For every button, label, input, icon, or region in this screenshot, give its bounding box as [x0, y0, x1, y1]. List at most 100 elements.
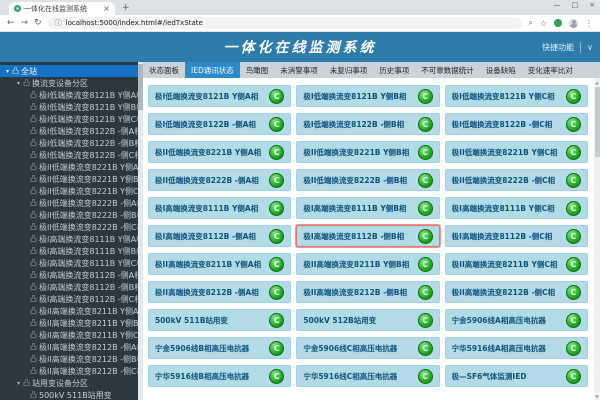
ied-card[interactable]: 极II低端换流变8222B -侧B相C — [296, 169, 439, 191]
quick-functions-button[interactable]: 快捷功能 ∨ — [542, 32, 593, 62]
app-tab[interactable]: 历史事项 — [373, 62, 415, 78]
ied-card[interactable]: 宁华5916线A相高压电抗器C — [445, 337, 588, 359]
ied-card[interactable]: 极II高端换流变8211B Y侧C相C — [445, 253, 588, 275]
forward-icon[interactable]: → — [21, 19, 29, 28]
ied-card[interactable]: 极I低端换流变8121B Y侧C相C — [445, 85, 588, 107]
tree-item[interactable]: 凸极II高端换流变8211B Y侧C相 — [0, 329, 143, 341]
ied-card[interactable]: 极II高端换流变8211B Y侧A相C — [148, 253, 291, 275]
caret-down-icon[interactable]: ▾ — [17, 80, 20, 87]
app-tab[interactable]: 不可靠数据统计 — [415, 62, 480, 78]
tree-item[interactable]: 凸极I高端换流变8111B Y侧C相 — [0, 257, 143, 269]
zoom-icon[interactable]: ⌕ — [528, 18, 532, 28]
tree-item[interactable]: 凸极I低端换流变8122B -侧C相 — [0, 149, 143, 161]
ied-card[interactable]: 500kV 512B站用变C — [296, 309, 439, 331]
profile-avatar-icon[interactable] — [569, 19, 578, 28]
address-bar[interactable]: ⓘ localhost:5000/index.html#/ledTxState — [48, 17, 523, 29]
ied-card[interactable]: 极I高端换流变8112B -侧A相C — [148, 225, 291, 247]
ied-card[interactable]: 极II低端换流变8221B Y侧C相C — [445, 141, 588, 163]
tree-item[interactable]: 凸极II低端换流变8221B Y侧A相 — [0, 161, 143, 173]
app-tab[interactable]: 未复归事项 — [324, 62, 374, 78]
new-tab-button[interactable]: + — [122, 3, 130, 13]
tree-item[interactable]: 凸极I低端换流变8121B Y侧B相 — [0, 101, 143, 113]
app-tab[interactable]: 鸟瞰图 — [240, 62, 275, 78]
tree-item[interactable]: 凸极II高端换流变8212B -侧C相 — [0, 365, 143, 377]
ied-card[interactable]: 极I低端换流变8122B -侧C相C — [445, 113, 588, 135]
status-ok-icon: C — [269, 229, 284, 244]
ied-card[interactable]: 极—SF6气体监测IEDC — [445, 365, 588, 387]
tree-item[interactable]: 凸极I高端换流变8112B -侧A相 — [0, 269, 143, 281]
tree-item[interactable]: 凸极II低端换流变8221B Y侧B相 — [0, 173, 143, 185]
tree-item[interactable]: ▾凸换流变设备分区 — [0, 77, 143, 89]
tree-item[interactable]: ▾凸站用变设备分区 — [0, 377, 143, 389]
app-tab[interactable]: IED通讯状态 — [185, 62, 240, 78]
main-scrollbar[interactable]: ▲ ▼ — [594, 78, 600, 400]
ied-card[interactable]: 极I低端换流变8121B Y侧B相C — [296, 85, 439, 107]
close-button[interactable]: × — [589, 1, 595, 9]
ied-card[interactable]: 宁金5906线C相高压电抗器C — [296, 337, 439, 359]
tab-close-icon[interactable]: × — [103, 4, 110, 13]
maximize-button[interactable]: □ — [572, 1, 579, 9]
extension-icon[interactable] — [554, 19, 562, 27]
tree-item[interactable]: ▾凸全站 — [0, 65, 143, 77]
app-tab[interactable]: 未消警事项 — [274, 62, 324, 78]
chevron-down-icon[interactable]: ∨ — [587, 43, 593, 52]
bookmark-star-icon[interactable]: ☆ — [540, 19, 547, 28]
ied-card[interactable]: 极II低端换流变8221B Y侧B相C — [296, 141, 439, 163]
ied-card[interactable]: 极I高端换流变8111B Y侧C相C — [445, 197, 588, 219]
tree-item[interactable]: 凸500kV 511B站用变 — [0, 389, 143, 400]
app-tab[interactable]: 变化速率比对 — [522, 62, 579, 78]
tree-item[interactable]: 凸极II高端换流变8212B -侧A相 — [0, 341, 143, 353]
status-ok-icon: C — [566, 257, 581, 272]
app-tab[interactable]: 状态面板 — [143, 62, 185, 78]
ied-card[interactable]: 极I高端换流变8111B Y侧A相C — [148, 197, 291, 219]
ied-card[interactable]: 极I高端换流变8112B -侧C相C — [445, 225, 588, 247]
ied-card[interactable]: 500kV 511B站用变C — [148, 309, 291, 331]
ied-card[interactable]: 极II低端换流变8221B Y侧A相C — [148, 141, 291, 163]
main-scrollbar-thumb[interactable] — [595, 87, 600, 157]
tree-item[interactable]: 凸极I高端换流变8112B -侧C相 — [0, 293, 143, 305]
page-info-icon[interactable]: ⓘ — [55, 18, 62, 28]
caret-down-icon[interactable]: ▾ — [17, 380, 20, 387]
tree-item[interactable]: 凸极II低端换流变8222B -侧C相 — [0, 221, 143, 233]
reload-icon[interactable]: ↻ — [34, 19, 42, 28]
tree-item[interactable]: 凸极I高端换流变8111B Y侧A相 — [0, 233, 143, 245]
tree-item[interactable]: 凸极II高端换流变8212B -侧B相 — [0, 353, 143, 365]
tree-item[interactable]: 凸极I低端换流变8121B Y侧A相 — [0, 89, 143, 101]
tree-item[interactable]: 凸极II高端换流变8211B Y侧A相 — [0, 305, 143, 317]
tree-item[interactable]: 凸极I低端换流变8122B -侧A相 — [0, 125, 143, 137]
menu-dots-icon[interactable]: ⋮ — [585, 19, 593, 28]
ied-card[interactable]: 宁金5906线B相高压电抗器C — [148, 337, 291, 359]
tree-item[interactable]: 凸极II高端换流变8211B Y侧B相 — [0, 317, 143, 329]
tree-item[interactable]: 凸极I高端换流变8111B Y侧B相 — [0, 245, 143, 257]
device-icon: 凸 — [30, 390, 37, 400]
tree-item[interactable]: 凸极II低端换流变8221B Y侧C相 — [0, 185, 143, 197]
ied-card[interactable]: 宁华5916线B相高压电抗器C — [148, 365, 291, 387]
browser-tab[interactable]: 一体化在线监测系统 × — [9, 2, 115, 15]
tree-item[interactable]: 凸极I低端换流变8121B Y侧C相 — [0, 113, 143, 125]
ied-card[interactable]: 极I高端换流变8111B Y侧B相C — [296, 197, 439, 219]
ied-card[interactable]: 宁金5906线A相高压电抗器C — [445, 309, 588, 331]
back-icon[interactable]: ← — [7, 19, 15, 28]
app-tab[interactable]: 设备缺陷 — [480, 62, 522, 78]
device-icon: 凸 — [30, 102, 37, 112]
ied-card[interactable]: 极I高端换流变8112B -侧B相C — [296, 225, 439, 247]
ied-card[interactable]: 极II低端换流变8222B -侧A相C — [148, 169, 291, 191]
tree-item[interactable]: 凸极II低端换流变8222B -侧A相 — [0, 197, 143, 209]
ied-card[interactable]: 极II高端换流变8211B Y侧B相C — [296, 253, 439, 275]
tree-item[interactable]: 凸极II低端换流变8222B -侧B相 — [0, 209, 143, 221]
minimize-button[interactable]: — — [554, 1, 561, 9]
scroll-down-icon[interactable]: ▼ — [594, 392, 600, 400]
ied-card[interactable]: 极II高端换流变8212B -侧A相C — [148, 281, 291, 303]
tree-item[interactable]: 凸极I低端换流变8122B -侧B相 — [0, 137, 143, 149]
ied-card-label: 极II高端换流变8211B Y侧A相 — [155, 259, 261, 270]
ied-card[interactable]: 极II高端换流变8212B -侧C相C — [445, 281, 588, 303]
tree-item[interactable]: 凸极I高端换流变8112B -侧B相 — [0, 281, 143, 293]
scroll-up-icon[interactable]: ▲ — [594, 78, 600, 86]
ied-card[interactable]: 极I低端换流变8122B -侧B相C — [296, 113, 439, 135]
ied-card[interactable]: 极I低端换流变8122B -侧A相C — [148, 113, 291, 135]
caret-down-icon[interactable]: ▾ — [6, 68, 9, 75]
ied-card[interactable]: 宁华5916线C相高压电抗器C — [296, 365, 439, 387]
ied-card[interactable]: 极II低端换流变8222B -侧C相C — [445, 169, 588, 191]
ied-card[interactable]: 极II高端换流变8212B -侧B相C — [296, 281, 439, 303]
ied-card[interactable]: 极I低端换流变8121B Y侧A相C — [148, 85, 291, 107]
